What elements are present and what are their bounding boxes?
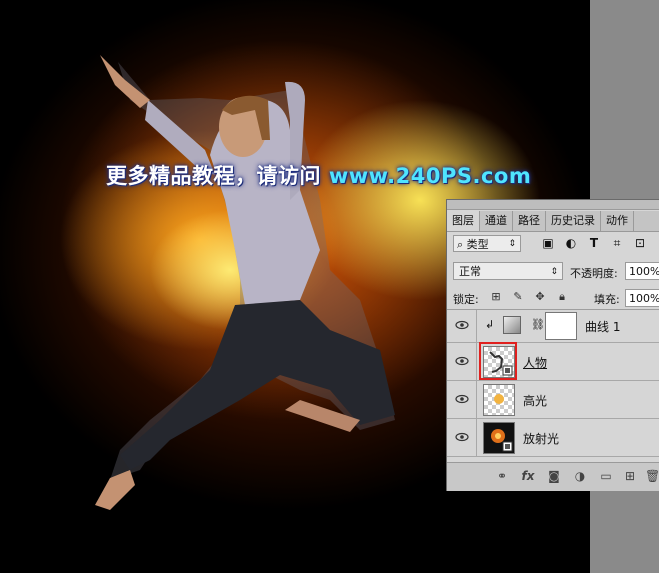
filter-kind-select[interactable]: ⌕ 类型 ⇕ <box>453 235 521 252</box>
watermark-text: 更多精品教程，请访问 www.240PS.com <box>106 160 531 190</box>
eye-icon[interactable] <box>455 355 469 367</box>
layers-panel: 图层 通道 路径 历史记录 动作 ⌕ 类型 ⇕ ▣ ◐ T ⌗ ⊡ 正常 ⇕ 不透明… <box>446 199 659 491</box>
eye-icon[interactable] <box>455 393 469 405</box>
fill-label: 填充: <box>594 293 620 306</box>
tab-history[interactable]: 历史记录 <box>546 211 601 231</box>
tab-actions[interactable]: 动作 <box>601 211 634 231</box>
chain-link-icon[interactable]: ⛓ <box>531 318 545 331</box>
panel-tabs: 图层 通道 路径 历史记录 动作 <box>447 211 659 232</box>
opacity-input[interactable]: 100% <box>625 262 659 280</box>
layer-row[interactable]: 人物 <box>447 342 659 381</box>
layer-row[interactable]: ↲ ⛓ 曲线 1 <box>447 310 659 343</box>
layer-name[interactable]: 放射光 <box>523 430 559 447</box>
visibility-column[interactable] <box>447 310 477 342</box>
adjustment-filter-icon[interactable]: ◐ <box>564 236 578 250</box>
eye-icon[interactable] <box>455 431 469 443</box>
lock-paint-icon[interactable]: ✎ <box>511 290 525 304</box>
lock-move-icon[interactable]: ✥ <box>533 290 547 304</box>
blend-mode-select[interactable]: 正常 ⇕ <box>453 262 563 280</box>
layer-mask-thumbnail[interactable] <box>545 312 577 340</box>
fill-input[interactable]: 100% <box>625 289 659 307</box>
opacity-label: 不透明度: <box>570 267 618 280</box>
visibility-column[interactable] <box>447 419 477 456</box>
smart-object-filter-icon[interactable]: ⊡ <box>633 236 647 250</box>
visibility-column[interactable] <box>447 381 477 418</box>
curves-adjustment-icon <box>503 316 521 334</box>
link-icon[interactable]: ⚭ <box>495 469 509 483</box>
visibility-column[interactable] <box>447 343 477 380</box>
layer-name[interactable]: 曲线 1 <box>585 318 620 335</box>
mask-icon[interactable]: ◙ <box>547 469 561 483</box>
layer-thumbnail[interactable] <box>483 346 515 378</box>
layer-row[interactable]: 放射光 <box>447 419 659 457</box>
watermark-url: www.240PS.com <box>328 164 532 188</box>
shape-filter-icon[interactable]: ⌗ <box>610 236 624 250</box>
panel-bottom-toolbar: ⚭ fx ◙ ◑ ▭ ⊞ 🗑︎ <box>447 462 659 491</box>
panel-header-bar[interactable] <box>447 200 659 210</box>
layer-name[interactable]: 高光 <box>523 392 547 409</box>
eye-icon[interactable] <box>455 319 469 331</box>
radial-light-thumbnail-icon <box>491 429 513 452</box>
clip-arrow-icon: ↲ <box>485 318 495 331</box>
layer-row[interactable]: 高光 <box>447 381 659 419</box>
search-icon: ⌕ <box>457 238 464 251</box>
layer-name[interactable]: 人物 <box>523 354 547 371</box>
chevron-updown-icon: ⇕ <box>508 239 516 249</box>
tab-layers[interactable]: 图层 <box>447 211 480 231</box>
folder-icon[interactable]: ▭ <box>599 469 613 483</box>
chevron-updown-icon: ⇕ <box>550 267 558 277</box>
tab-channels[interactable]: 通道 <box>480 211 513 231</box>
image-filter-icon[interactable]: ▣ <box>541 236 555 250</box>
adjustment-icon[interactable]: ◑ <box>573 469 587 483</box>
filter-row: ⌕ 类型 ⇕ ▣ ◐ T ⌗ ⊡ <box>447 233 659 257</box>
watermark-label: 更多精品教程，请访问 <box>106 164 321 188</box>
filter-kind-label: 类型 <box>466 238 489 251</box>
blend-row: 正常 ⇕ 不透明度: 100% <box>447 260 659 282</box>
lock-label: 锁定: <box>453 293 479 306</box>
new-layer-icon[interactable]: ⊞ <box>623 469 637 483</box>
lock-transparent-icon[interactable]: ⊞ <box>489 290 503 304</box>
tab-paths[interactable]: 路径 <box>513 211 546 231</box>
fx-icon[interactable]: fx <box>521 469 535 483</box>
person-thumbnail-icon <box>489 351 513 376</box>
lock-row: 锁定: ⊞ ✎ ✥ 🔒︎ 填充: 100% <box>447 287 659 310</box>
type-filter-icon[interactable]: T <box>587 236 601 250</box>
layer-thumbnail[interactable] <box>483 422 515 454</box>
lock-all-icon[interactable]: 🔒︎ <box>555 290 569 304</box>
blend-mode-value: 正常 <box>459 265 481 278</box>
glow-thumbnail-icon <box>494 394 504 404</box>
trash-icon[interactable]: 🗑︎ <box>645 469 659 483</box>
layer-thumbnail[interactable] <box>483 384 515 416</box>
